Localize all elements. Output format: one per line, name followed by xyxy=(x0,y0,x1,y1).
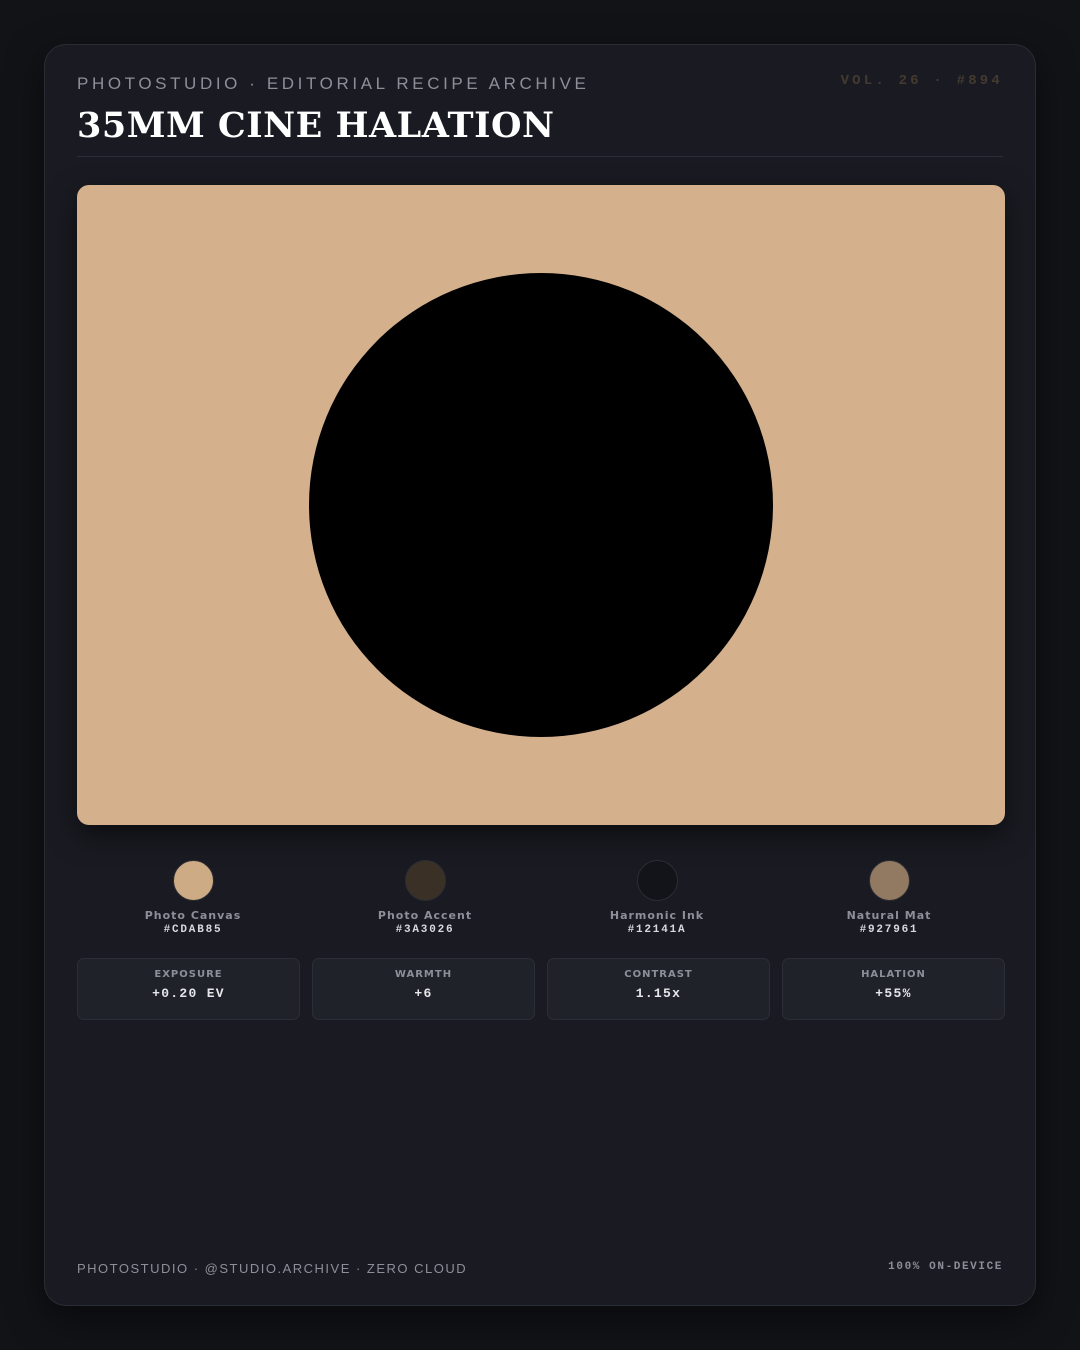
swatch-color-dot xyxy=(636,860,678,901)
swatch-color-dot xyxy=(172,860,214,901)
swatch-name: Harmonic Ink xyxy=(609,909,705,922)
swatch-natural-mat[interactable]: Natural Mat #927961 xyxy=(773,860,1005,936)
swatch-hex: #12141A xyxy=(627,924,687,936)
swatch-hex: #3A3026 xyxy=(395,924,455,936)
stat-value: 1.15x xyxy=(635,986,682,1001)
swatch-color-dot xyxy=(868,860,910,901)
stat-value: +55% xyxy=(875,986,912,1001)
stat-contrast: CONTRAST 1.15x xyxy=(547,958,770,1020)
stat-value: +0.20 EV xyxy=(152,986,225,1001)
brand-eyebrow: PHOTOSTUDIO · EDITORIAL RECIPE ARCHIVE xyxy=(77,74,590,93)
volume-number: VOL. 26 · #894 xyxy=(840,73,1003,89)
swatch-name: Photo Canvas xyxy=(144,909,242,922)
swatch-color-dot xyxy=(404,860,446,901)
swatch-name: Natural Mat xyxy=(846,909,932,922)
photo-preview[interactable] xyxy=(77,185,1005,825)
stat-label: HALATION xyxy=(861,969,926,980)
color-palette: Photo Canvas #CDAB85 Photo Accent #3A302… xyxy=(77,860,1005,940)
stat-warmth: WARMTH +6 xyxy=(312,958,535,1020)
swatch-harmonic-ink[interactable]: Harmonic Ink #12141A xyxy=(541,860,773,936)
stat-label: EXPOSURE xyxy=(154,969,223,980)
stat-value: +6 xyxy=(414,986,433,1001)
title-divider xyxy=(77,156,1003,157)
swatch-name: Photo Accent xyxy=(377,909,473,922)
stat-halation: HALATION +55% xyxy=(782,958,1005,1020)
recipe-card: PHOTOSTUDIO · EDITORIAL RECIPE ARCHIVE V… xyxy=(44,44,1036,1306)
stat-exposure: EXPOSURE +0.20 EV xyxy=(77,958,300,1020)
photo-subject-disc xyxy=(309,273,773,737)
swatch-hex: #CDAB85 xyxy=(163,924,223,936)
swatch-photo-accent[interactable]: Photo Accent #3A3026 xyxy=(309,860,541,936)
footer-credits: PHOTOSTUDIO · @STUDIO.ARCHIVE · ZERO CLO… xyxy=(77,1261,468,1276)
adjustment-stats: EXPOSURE +0.20 EV WARMTH +6 CONTRAST 1.1… xyxy=(77,958,1005,1020)
swatch-hex: #927961 xyxy=(859,924,919,936)
recipe-title: 35MM CINE HALATION xyxy=(77,105,555,146)
footer-privacy-note: 100% ON-DEVICE xyxy=(888,1261,1003,1273)
swatch-photo-canvas[interactable]: Photo Canvas #CDAB85 xyxy=(77,860,309,936)
stat-label: CONTRAST xyxy=(624,969,693,980)
stat-label: WARMTH xyxy=(394,969,453,980)
